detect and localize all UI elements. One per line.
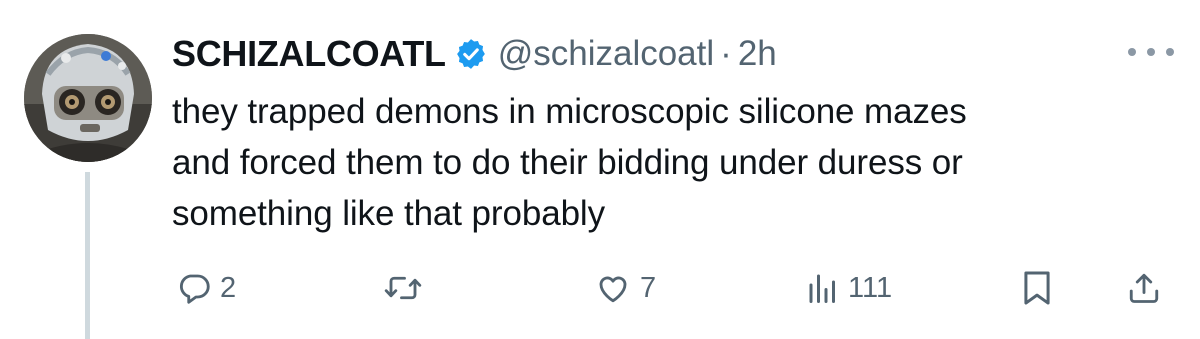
action-bar: 2 7 111 bbox=[0, 258, 1200, 318]
like-icon bbox=[599, 276, 627, 303]
like-count: 7 bbox=[640, 271, 657, 304]
share-icon bbox=[1129, 273, 1159, 303]
repost-button[interactable] bbox=[383, 258, 431, 318]
reply-icon bbox=[179, 274, 210, 304]
tweet-text-line: they trapped demons in microscopic silic… bbox=[172, 92, 967, 131]
verified-badge-icon bbox=[454, 37, 488, 71]
tweet-text: they trapped demons in microscopic silic… bbox=[172, 86, 1172, 239]
repost-icon bbox=[384, 276, 422, 300]
display-name[interactable]: SCHIZALCOATL bbox=[172, 33, 446, 75]
reply-count: 2 bbox=[220, 271, 237, 304]
tweet-header: SCHIZALCOATL @schizalcoatl · 2h bbox=[172, 30, 1172, 78]
handle[interactable]: @schizalcoatl bbox=[498, 34, 714, 74]
bookmark-icon bbox=[1024, 271, 1050, 305]
tweet-text-line: something like that probably bbox=[172, 194, 606, 233]
reply-button[interactable]: 2 bbox=[176, 258, 236, 318]
tweet-text-line: and forced them to do their bidding unde… bbox=[172, 143, 963, 182]
timestamp[interactable]: 2h bbox=[738, 34, 777, 74]
tweet[interactable]: SCHIZALCOATL @schizalcoatl · 2h they tra… bbox=[0, 0, 1200, 339]
share-button[interactable] bbox=[1126, 258, 1162, 318]
avatar[interactable] bbox=[24, 34, 152, 162]
like-button[interactable]: 7 bbox=[594, 258, 656, 318]
bookmark-button[interactable] bbox=[1020, 258, 1054, 318]
views-button[interactable]: 111 bbox=[806, 258, 892, 318]
separator-dot: · bbox=[720, 34, 732, 73]
views-count: 111 bbox=[848, 271, 893, 304]
robot-avatar-image bbox=[24, 34, 152, 162]
more-icon[interactable] bbox=[1128, 40, 1174, 64]
views-icon bbox=[809, 274, 835, 303]
